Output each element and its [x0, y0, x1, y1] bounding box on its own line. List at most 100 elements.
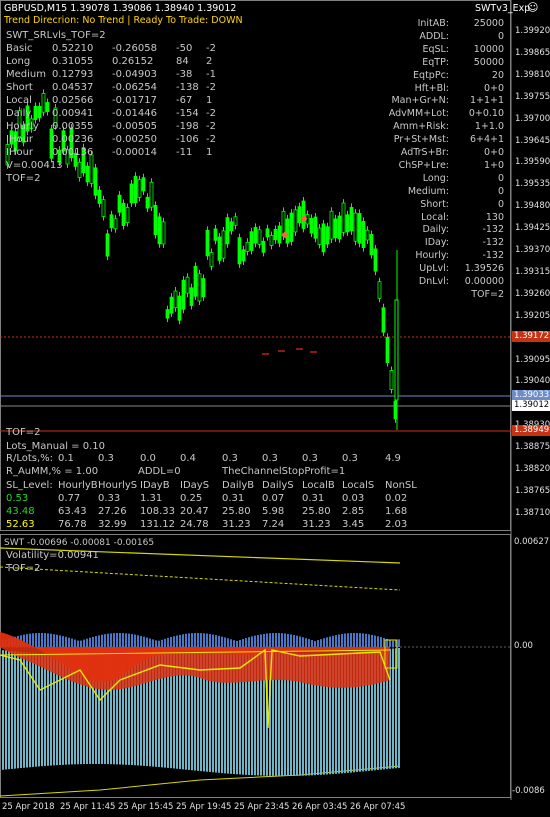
sr-row-c: -154 — [176, 108, 199, 119]
time-axis-label: 25 Apr 19:45 — [176, 802, 232, 812]
upper-bar — [170, 637, 172, 647]
upper-bar — [116, 633, 118, 647]
upper-bar — [128, 633, 130, 647]
price-axis-label: 1.39205 — [515, 310, 550, 321]
candle-body — [37, 106, 42, 119]
candle-body — [389, 370, 394, 390]
candle-body — [117, 194, 122, 213]
upper-bar — [203, 633, 205, 647]
sr-row-b: -0.04903 — [112, 69, 157, 80]
upper-bar — [71, 638, 73, 647]
upper-bar — [197, 633, 199, 647]
histogram-bar — [23, 652, 25, 768]
candle-body — [113, 218, 118, 230]
sl-cell: 31.23 — [302, 519, 331, 530]
candle-body — [341, 202, 346, 233]
sl-cell: DailyS — [262, 480, 294, 491]
candle-body — [33, 105, 38, 120]
histogram-bar — [29, 652, 31, 768]
candle-body — [329, 210, 334, 240]
setting-value: 0+0 — [483, 147, 504, 158]
sr-row-c: -198 — [176, 121, 199, 132]
candle-body — [381, 307, 386, 333]
upper-bar — [35, 633, 37, 647]
upper-bar — [335, 635, 337, 647]
sl-cell: LocalS — [342, 480, 375, 491]
upper-bar — [326, 637, 328, 647]
upper-bar — [368, 634, 370, 647]
sr-row-a: 0.31055 — [52, 56, 94, 67]
addl-value: ADDL=0 — [138, 466, 181, 477]
sl-cell: 31.23 — [222, 519, 251, 530]
upper-bar — [218, 635, 220, 647]
upper-bar — [227, 638, 229, 647]
candle-body — [101, 199, 106, 217]
sl-cell: SL_Level: — [6, 480, 53, 491]
candle-body — [321, 223, 326, 253]
setting-key: Amm+Risk: — [393, 121, 449, 133]
candle-body — [269, 235, 274, 246]
sr-row-name: Long — [6, 56, 31, 67]
upper-bar — [173, 636, 175, 647]
upper-bar — [155, 640, 157, 647]
upper-bar — [257, 634, 259, 647]
sr-row-a: 0.02566 — [52, 95, 94, 106]
r-lots-value: 0.0 — [140, 453, 156, 464]
smiley-icon[interactable]: ☺ — [527, 1, 538, 14]
candle-body — [345, 214, 350, 233]
sl-cell: 0.53 — [6, 493, 29, 504]
candle-body — [353, 212, 358, 242]
candle-body — [145, 196, 150, 209]
upper-bar — [119, 633, 121, 647]
upper-bar — [176, 635, 178, 647]
upper-bar — [50, 633, 52, 647]
histogram-bar — [11, 651, 13, 769]
setting-key: IDay: — [424, 237, 449, 249]
candle-body — [265, 228, 270, 238]
time-axis-label: 26 Apr 03:45 — [292, 802, 348, 812]
histogram-bar — [44, 653, 46, 766]
sl-cell: 0.31 — [302, 493, 325, 504]
candle-body — [161, 221, 166, 245]
r-lots-value: 0.3 — [342, 453, 358, 464]
price-axis-label: 1.39755 — [515, 91, 550, 102]
upper-bar — [152, 639, 154, 647]
channel-stop-profit: TheChannelStopProfit=1 — [222, 466, 346, 477]
price-tag-red-upper: 1.39172 — [512, 331, 550, 342]
candle-body — [121, 202, 126, 226]
sl-cell: 131.12 — [140, 519, 175, 530]
tof-bottom: TOF=2 — [6, 427, 41, 438]
upper-bar — [122, 633, 124, 647]
upper-bar — [317, 640, 319, 647]
price-axis-label: 1.39480 — [515, 201, 550, 212]
upper-bar — [242, 638, 244, 647]
sr-row-d: -2 — [206, 82, 216, 93]
lots-manual: Lots_Manual = 0.10 — [6, 441, 105, 452]
upper-bar — [56, 634, 58, 647]
sr-row-a: 0.00136 — [52, 147, 94, 158]
upper-bar — [311, 639, 313, 647]
upper-bar — [101, 634, 103, 647]
candle-body — [337, 215, 342, 240]
upper-bar — [74, 639, 76, 647]
sl-cell: 3.45 — [342, 519, 365, 530]
candle-body — [377, 281, 382, 299]
upper-bar — [113, 633, 115, 647]
candle-body — [89, 154, 94, 184]
upper-bar — [47, 633, 49, 647]
sl-cell: 2.85 — [342, 506, 365, 517]
price-axis-label: 1.39810 — [515, 69, 550, 80]
candle-body — [181, 279, 186, 310]
upper-bar — [161, 639, 163, 647]
sr-row-c: -38 — [176, 69, 193, 80]
sr-row-d: -2 — [206, 121, 216, 132]
candle-body — [125, 207, 130, 224]
upper-bar — [53, 634, 55, 647]
expert-name[interactable]: SWTv3_Exp — [475, 3, 530, 14]
sub-axis-zero: 0.00 — [514, 641, 533, 651]
time-axis-label: 25 Apr 2018 — [2, 802, 55, 812]
sr-row-name: Medium — [6, 69, 46, 80]
candle-body — [373, 248, 378, 272]
price-axis-label: 1.39425 — [515, 223, 550, 234]
sr-row-d: -1 — [206, 69, 216, 80]
